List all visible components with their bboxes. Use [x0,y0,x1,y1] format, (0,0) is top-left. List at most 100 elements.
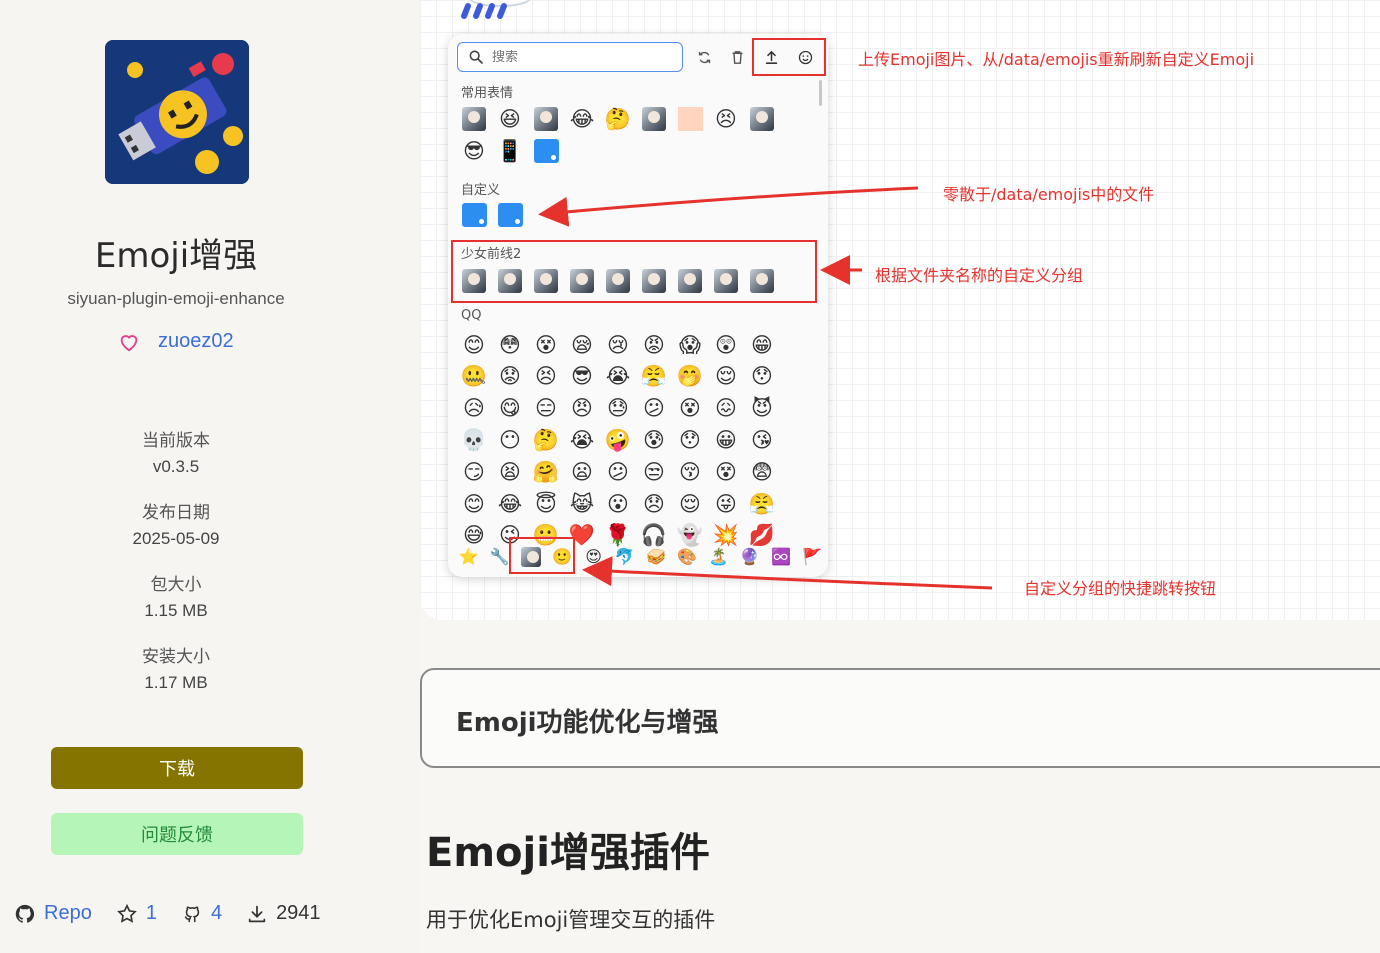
forks-stat[interactable]: 4 [181,902,222,925]
qq-emoji[interactable]: 😱 [677,332,703,358]
qq-emoji[interactable]: 😕 [605,459,631,485]
download-button[interactable]: 下载 [51,747,303,789]
qq-emoji[interactable]: 😊 [461,332,487,358]
custom-emoji-1[interactable] [461,202,487,228]
qq-emoji[interactable]: 💋 [749,523,775,549]
qq-emoji[interactable]: 😋 [497,396,523,422]
group-emoji[interactable] [749,268,775,294]
qq-emoji[interactable]: 😶 [497,427,523,453]
qq-emoji[interactable]: 😒 [641,459,667,485]
frequent-emoji[interactable] [749,106,775,132]
emoji-search-box[interactable] [457,42,683,72]
qq-emoji[interactable]: 😡 [641,332,667,358]
qq-emoji[interactable]: 😳 [497,332,523,358]
frequent-emoji[interactable]: 🤔 [605,106,631,132]
frequent-emoji[interactable]: 😎 [461,138,487,164]
qq-emoji[interactable]: 🌹 [605,523,631,549]
group-emoji[interactable] [569,268,595,294]
qq-emoji[interactable]: 😲 [713,332,739,358]
picker-scrollbar[interactable] [819,80,822,106]
group-emoji[interactable] [641,268,667,294]
qq-emoji[interactable]: 😞 [641,491,667,517]
qq-emoji[interactable]: 😂 [497,491,523,517]
stars-stat[interactable]: 1 [116,902,157,925]
frequent-emoji[interactable] [641,106,667,132]
qq-emoji[interactable]: 😵 [533,332,559,358]
qq-emoji[interactable]: 😏 [461,459,487,485]
qq-emoji[interactable]: 😌 [677,491,703,517]
frequent-emoji[interactable] [677,106,703,132]
qq-emoji[interactable]: 😵 [713,459,739,485]
qq-emoji[interactable]: ❤️ [569,523,595,549]
frequent-emoji[interactable]: 😣 [713,106,739,132]
frequent-emoji[interactable] [533,106,559,132]
qq-emoji[interactable]: 😨 [749,459,775,485]
feedback-button[interactable]: 问题反馈 [51,813,303,855]
qq-emoji[interactable]: 🤔 [533,427,559,453]
group-emoji[interactable] [605,268,631,294]
group-emoji[interactable] [677,268,703,294]
qq-emoji[interactable]: 😵 [677,396,703,422]
qq-emoji[interactable]: 😓 [605,396,631,422]
qq-emoji[interactable]: 😯 [749,364,775,390]
group-emoji[interactable] [533,268,559,294]
qq-emoji[interactable]: 😀 [713,427,739,453]
qq-emoji[interactable]: 😢 [605,332,631,358]
group-emoji[interactable] [461,268,487,294]
qq-emoji[interactable]: 😯 [677,427,703,453]
qq-emoji[interactable]: 😭 [605,364,631,390]
qq-emoji[interactable]: 😉 [497,523,523,549]
qq-emoji[interactable]: 😹 [569,491,595,517]
random-emoji-button[interactable] [693,46,715,68]
qq-emoji[interactable]: 😌 [713,364,739,390]
qq-emoji[interactable]: 😣 [533,364,559,390]
remove-emoji-button[interactable] [726,46,748,68]
qq-emoji[interactable]: 🤗 [533,459,559,485]
qq-emoji[interactable]: 😰 [641,427,667,453]
qq-emoji[interactable]: 😪 [569,332,595,358]
qq-emoji[interactable]: 🎧 [641,523,667,549]
qq-emoji[interactable]: 😖 [713,396,739,422]
qq-emoji[interactable]: 😟 [497,364,523,390]
repo-link[interactable]: Repo [14,902,92,925]
frequent-emoji[interactable] [533,138,559,164]
qq-emoji[interactable]: 👻 [677,523,703,549]
frequent-emoji[interactable]: 📱 [497,138,523,164]
qq-emoji[interactable]: 😤 [749,491,775,517]
custom-emoji-2[interactable] [497,202,523,228]
qq-emoji[interactable]: 🤭 [677,364,703,390]
group-emoji[interactable] [713,268,739,294]
qq-emoji[interactable]: 😈 [749,396,775,422]
qq-emoji[interactable]: 😕 [641,396,667,422]
qq-emoji[interactable]: 😭 [569,427,595,453]
frequent-emoji[interactable]: 😆 [497,106,523,132]
qq-emoji[interactable]: 😇 [533,491,559,517]
qq-emoji[interactable]: 😦 [569,459,595,485]
category-tab[interactable]: 🚩 [797,542,828,572]
author-link[interactable]: zuoez02 [158,330,234,353]
qq-emoji[interactable]: 😥 [461,396,487,422]
emoji-search-input[interactable] [492,49,672,65]
qq-emoji[interactable]: 😤 [641,364,667,390]
qq-emoji[interactable]: 😑 [533,396,559,422]
frequent-emoji[interactable] [461,106,487,132]
qq-emoji[interactable]: 😜 [713,491,739,517]
qq-emoji[interactable]: 😬 [533,523,559,549]
qq-emoji[interactable]: 💥 [713,523,739,549]
qq-emoji[interactable]: 😘 [749,427,775,453]
qq-emoji[interactable]: 😮 [605,491,631,517]
qq-emoji[interactable]: 💀 [461,427,487,453]
qq-emoji[interactable]: 😫 [497,459,523,485]
qq-emoji[interactable]: 😠 [569,396,595,422]
qq-emoji[interactable]: 🤪 [605,427,631,453]
qq-emoji[interactable]: 😊 [461,491,487,517]
qq-emoji[interactable]: 🤐 [461,364,487,390]
qq-emoji[interactable]: 😅 [461,523,487,549]
frequent-emoji[interactable]: 😂 [569,106,595,132]
qq-emoji[interactable]: 😁 [749,332,775,358]
refresh-custom-emoji-button[interactable] [794,46,816,68]
group-emoji[interactable] [497,268,523,294]
qq-emoji[interactable]: 😎 [569,364,595,390]
upload-emoji-button[interactable] [760,46,782,68]
qq-emoji[interactable]: 😚 [677,459,703,485]
